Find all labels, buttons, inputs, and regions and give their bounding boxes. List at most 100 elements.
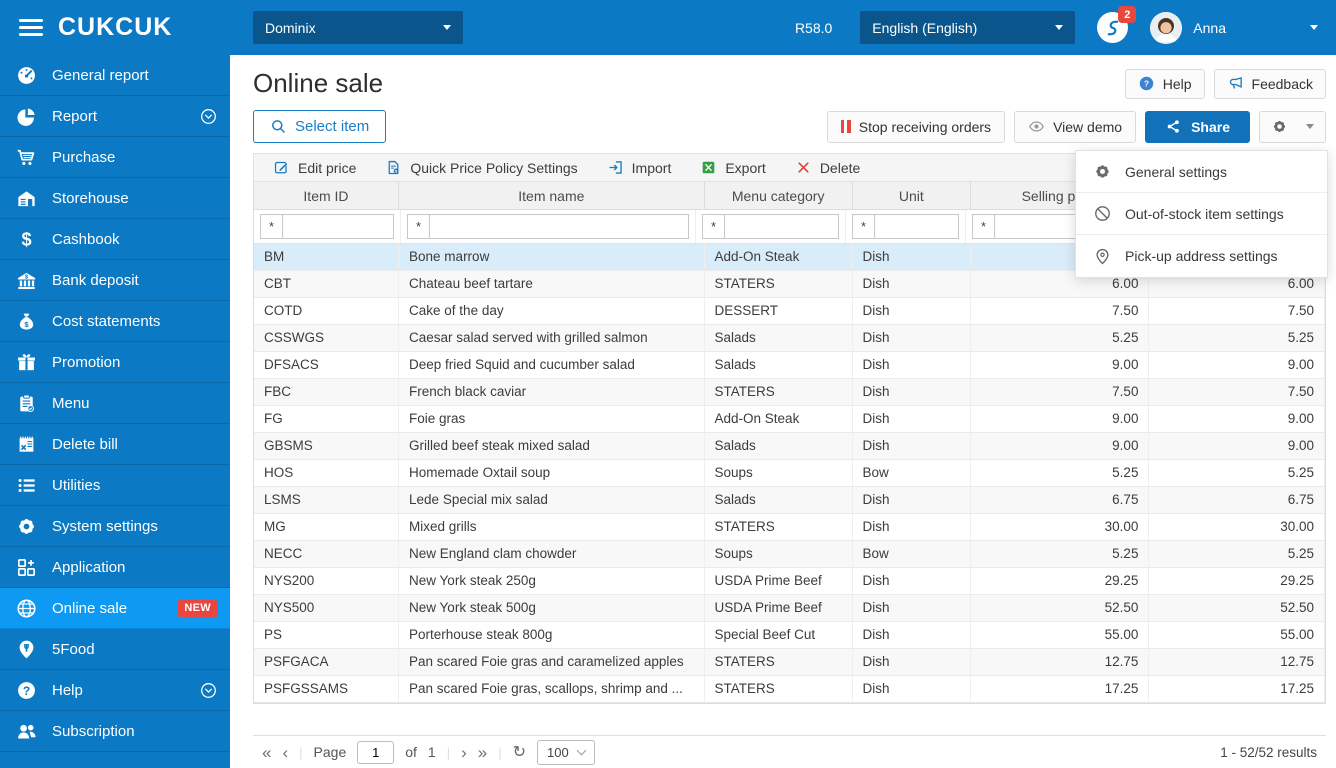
users-icon <box>15 720 38 743</box>
previous-page-button[interactable]: ‹ <box>282 744 288 761</box>
filter-operator-button[interactable]: * <box>260 214 283 239</box>
restaurant-select[interactable]: Dominix <box>253 11 463 44</box>
table-row-NECC[interactable]: NECC New England clam chowder Soups Bow 5.25… <box>254 541 1325 568</box>
table-row-HOS[interactable]: HOS Homemade Oxtail soup Soups Bow 5.25 5.25 <box>254 460 1325 487</box>
edit-price-button[interactable]: Edit price <box>273 159 356 176</box>
filter-input[interactable] <box>875 214 959 239</box>
chevron-down-icon <box>199 681 218 700</box>
delete-button[interactable]: Delete <box>795 159 860 176</box>
sidebar-item-general-report[interactable]: General report <box>0 55 230 96</box>
table-row-FG[interactable]: FG Foie gras Add-On Steak Dish 9.00 9.00 <box>254 406 1325 433</box>
sidebar-item-application[interactable]: Application <box>0 547 230 588</box>
sidebar-item-5food[interactable]: 5Food <box>0 629 230 670</box>
page-number-input[interactable] <box>357 740 395 764</box>
language-select-value: English (English) <box>872 19 978 36</box>
stop-receiving-orders-button[interactable]: Stop receiving orders <box>826 110 1006 143</box>
sidebar-item-promotion[interactable]: Promotion <box>0 342 230 383</box>
menu-icon[interactable] <box>19 19 43 36</box>
cell-price2: 6.75 <box>1149 487 1325 513</box>
topbar: CUKCUK Dominix R58.0 English (English) 2 <box>0 0 1336 55</box>
table-row-LSMS[interactable]: LSMS Lede Special mix salad Salads Dish 6.75… <box>254 487 1325 514</box>
sidebar-item-menu[interactable]: Menu <box>0 383 230 424</box>
sidebar-item-bank-deposit[interactable]: $ Bank deposit <box>0 260 230 301</box>
table-row-CSSWGS[interactable]: CSSWGS Caesar salad served with grilled s… <box>254 325 1325 352</box>
sidebar-item-online-sale[interactable]: Online sale NEW <box>0 588 230 629</box>
filter-operator-button[interactable]: * <box>972 214 995 239</box>
cell-category: Salads <box>705 433 853 459</box>
import-button[interactable]: Import <box>607 159 671 176</box>
notifications-button[interactable]: 2 <box>1097 6 1137 43</box>
cell-unit: Dish <box>853 595 971 621</box>
sidebar-item-cashbook[interactable]: $ Cashbook <box>0 219 230 260</box>
cell-name: Deep fried Squid and cucumber salad <box>399 352 705 378</box>
quick-price-policy-settings-button[interactable]: $ Quick Price Policy Settings <box>385 159 578 176</box>
filter-input[interactable] <box>725 214 839 239</box>
menu-item-out-of-stock-item-settings[interactable]: Out-of-stock item settings <box>1076 193 1327 235</box>
table-row-NYS500[interactable]: NYS500 New York steak 500g USDA Prime Beef… <box>254 595 1325 622</box>
language-select[interactable]: English (English) <box>860 11 1076 44</box>
table-row-MG[interactable]: MG Mixed grills STATERS Dish 30.00 30.00 <box>254 514 1325 541</box>
cell-category: Salads <box>705 487 853 513</box>
storehouse-icon <box>15 187 38 210</box>
cell-price2: 9.00 <box>1149 433 1325 459</box>
feedback-button[interactable]: Feedback <box>1213 68 1326 99</box>
sidebar-item-subscription[interactable]: Subscription <box>0 711 230 752</box>
menu-item-general-settings[interactable]: General settings <box>1076 151 1327 193</box>
cell-name: Homemade Oxtail soup <box>399 460 705 486</box>
cell-unit: Dish <box>853 433 971 459</box>
cell-category: USDA Prime Beef <box>705 568 853 594</box>
cell-name: Foie gras <box>399 406 705 432</box>
next-page-button[interactable]: › <box>461 744 467 761</box>
chevron-down-icon <box>443 25 451 30</box>
filter-operator-button[interactable]: * <box>407 214 430 239</box>
table-row-PS[interactable]: PS Porterhouse steak 800g Special Beef Cut… <box>254 622 1325 649</box>
filter-operator-button[interactable]: * <box>852 214 875 239</box>
page-size-select[interactable]: 100 <box>537 739 595 765</box>
cell-name: Chateau beef tartare <box>399 271 705 297</box>
cell-id: FBC <box>254 379 400 405</box>
sidebar-item-storehouse[interactable]: Storehouse <box>0 178 230 219</box>
sidebar-item-delete-bill[interactable]: Delete bill <box>0 424 230 465</box>
filter-input[interactable] <box>283 214 394 239</box>
cell-price2: 17.25 <box>1149 676 1325 702</box>
cell-category: Add-On Steak <box>705 244 853 270</box>
clipboard-icon <box>15 392 38 415</box>
column-header-menu-category[interactable]: Menu category <box>705 182 853 209</box>
avatar <box>1150 11 1183 44</box>
bill-x-icon <box>15 433 38 456</box>
refresh-icon[interactable]: ↻ <box>513 742 526 762</box>
sidebar-item-system-settings[interactable]: System settings <box>0 506 230 547</box>
export-button[interactable]: Export <box>700 159 766 176</box>
sidebar-item-cost-statements[interactable]: $ Cost statements <box>0 301 230 342</box>
menu-item-pick-up-address-settings[interactable]: Pick-up address settings <box>1076 235 1327 277</box>
table-row-NYS200[interactable]: NYS200 New York steak 250g USDA Prime Beef… <box>254 568 1325 595</box>
first-page-button[interactable]: « <box>262 744 271 761</box>
sidebar-item-utilities[interactable]: Utilities <box>0 465 230 506</box>
table-row-DFSACS[interactable]: DFSACS Deep fried Squid and cucumber sala… <box>254 352 1325 379</box>
help-button[interactable]: ? Help <box>1124 68 1205 99</box>
column-header-item-name[interactable]: Item name <box>399 182 705 209</box>
table-row-FBC[interactable]: FBC French black caviar STATERS Dish 7.50 7.5… <box>254 379 1325 406</box>
last-page-button[interactable]: » <box>478 744 487 761</box>
sidebar-item-help[interactable]: ? Help <box>0 670 230 711</box>
sidebar-item-report[interactable]: Report <box>0 96 230 137</box>
table-row-GBSMS[interactable]: GBSMS Grilled beef steak mixed salad Salad… <box>254 433 1325 460</box>
cell-price: 5.25 <box>971 541 1150 567</box>
settings-menu-button[interactable] <box>1259 110 1326 143</box>
select-item-button[interactable]: Select item <box>253 110 387 143</box>
table-row-COTD[interactable]: COTD Cake of the day DESSERT Dish 7.50 7.50 <box>254 298 1325 325</box>
view-demo-button[interactable]: View demo <box>1014 110 1137 143</box>
table-row-PSFGACA[interactable]: PSFGACA Pan scared Foie gras and carameli… <box>254 649 1325 676</box>
filter-input[interactable] <box>430 214 689 239</box>
cell-name: Grilled beef steak mixed salad <box>399 433 705 459</box>
table-row-PSFGSSAMS[interactable]: PSFGSSAMS Pan scared Foie gras, scallops,… <box>254 676 1325 703</box>
user-menu[interactable]: Anna <box>1150 11 1226 44</box>
column-header-unit[interactable]: Unit <box>853 182 971 209</box>
filter-operator-button[interactable]: * <box>702 214 725 239</box>
cell-price2: 7.50 <box>1149 379 1325 405</box>
sidebar-item-purchase[interactable]: Purchase <box>0 137 230 178</box>
x-red-icon <box>795 159 812 176</box>
column-header-item-id[interactable]: Item ID <box>254 182 399 209</box>
share-button[interactable]: Share <box>1145 110 1250 143</box>
chevron-down-icon[interactable] <box>1310 25 1318 30</box>
